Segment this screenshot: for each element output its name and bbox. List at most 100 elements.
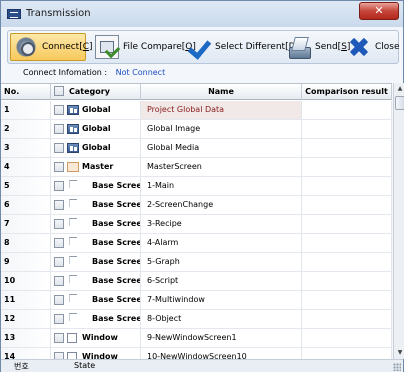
connection-info: Connect Infomation : Not Connect: [23, 68, 165, 77]
table-row[interactable]: 3 Global Global Media: [1, 139, 392, 158]
row-name: 3-Recipe: [141, 215, 302, 233]
row-checkbox[interactable]: [54, 105, 64, 115]
row-comparison-result: [302, 291, 392, 309]
scroll-thumb[interactable]: [395, 96, 404, 110]
table-row[interactable]: 13 Window 9-NewWindowScreen1: [1, 329, 392, 348]
file-compare-label: File Compare: [123, 42, 182, 52]
row-category-label: Global: [82, 143, 111, 152]
row-number: 5: [1, 177, 51, 195]
window-icon: [67, 352, 77, 359]
window-icon: [67, 333, 77, 343]
title-bar[interactable]: Transmission ✕: [1, 1, 403, 27]
row-number: 10: [1, 272, 51, 290]
scroll-down-arrow-icon[interactable]: ▼: [395, 348, 404, 358]
row-checkbox[interactable]: [54, 238, 64, 248]
row-category-label: Master: [82, 162, 114, 171]
table-row[interactable]: 14 Window 10-NewWindowScreen10: [1, 348, 392, 359]
connect-button[interactable]: Connect[C]: [10, 33, 93, 61]
row-checkbox[interactable]: [54, 257, 64, 267]
close-button[interactable]: Close: [344, 33, 400, 61]
row-name: 6-Script: [141, 272, 302, 290]
row-name: Global Image: [141, 120, 302, 138]
base-screen-icon: [69, 313, 77, 321]
row-name: Project Global Data: [141, 101, 302, 119]
table-row[interactable]: 2 Global Global Image: [1, 120, 392, 139]
table-row[interactable]: 8 Base Screen4-Alarm: [1, 234, 392, 253]
window-title: Transmission: [26, 8, 91, 19]
scroll-up-arrow-icon[interactable]: ▲: [395, 84, 404, 94]
row-category: Window: [51, 348, 141, 359]
row-comparison-result: [302, 177, 392, 195]
resize-grip-icon[interactable]: [393, 363, 401, 371]
vertical-scrollbar[interactable]: ▲ ▼: [393, 83, 404, 359]
row-comparison-result: [302, 158, 392, 176]
row-category: Window: [51, 329, 141, 347]
connection-status: Not Connect: [115, 68, 166, 77]
table-row[interactable]: 5 Base Screen1-Main: [1, 177, 392, 196]
base-screen-icon: [69, 180, 77, 188]
table-row[interactable]: 10 Base Screen6-Script: [1, 272, 392, 291]
send-button[interactable]: Send[S]: [284, 33, 350, 61]
row-checkbox[interactable]: [54, 124, 64, 134]
global-icon: [67, 143, 79, 153]
row-checkbox[interactable]: [54, 143, 64, 153]
row-category-label: Global: [82, 124, 111, 133]
table-row[interactable]: 7 Base Screen3-Recipe: [1, 215, 392, 234]
row-comparison-result: [302, 329, 392, 347]
row-category: Base Screen: [51, 196, 141, 214]
window-close-button[interactable]: ✕: [359, 2, 399, 20]
row-name: 7-Multiwindow: [141, 291, 302, 309]
row-comparison-result: [302, 310, 392, 328]
header-category[interactable]: Category: [51, 84, 141, 100]
table-row[interactable]: 6 Base Screen2-ScreenChange: [1, 196, 392, 215]
table-row[interactable]: 12 Base Screen8-Object: [1, 310, 392, 329]
row-category: Base Screen: [51, 177, 141, 195]
transmission-window: Transmission ✕ Connect[C] File Compare[O…: [0, 0, 404, 372]
row-comparison-result: [302, 215, 392, 233]
row-number: 13: [1, 329, 51, 347]
row-comparison-result: [302, 348, 392, 359]
row-checkbox[interactable]: [54, 181, 64, 191]
row-name: 5-Graph: [141, 253, 302, 271]
row-checkbox[interactable]: [54, 162, 64, 172]
row-comparison-result: [302, 196, 392, 214]
global-icon: [67, 124, 79, 134]
row-category-label: Base Screen: [92, 219, 140, 228]
row-number: 11: [1, 291, 51, 309]
row-checkbox[interactable]: [54, 314, 64, 324]
table-row[interactable]: 4 Master MasterScreen: [1, 158, 392, 177]
header-name[interactable]: Name: [141, 84, 302, 100]
select-different-button[interactable]: Select Different[D]: [184, 33, 299, 61]
table-row[interactable]: 11 Base Screen7-Multiwindow: [1, 291, 392, 310]
row-checkbox[interactable]: [54, 200, 64, 210]
row-number: 9: [1, 253, 51, 271]
row-checkbox[interactable]: [54, 219, 64, 229]
row-category-label: Base Screen: [92, 181, 140, 190]
status-bar: 번호 State: [1, 359, 403, 372]
connect-shortcut: C: [82, 42, 90, 52]
row-category-label: Global: [82, 105, 111, 114]
row-comparison-result: [302, 139, 392, 157]
row-comparison-result: [302, 120, 392, 138]
base-screen-icon: [69, 256, 77, 264]
row-checkbox[interactable]: [54, 276, 64, 286]
row-name: 1-Main: [141, 177, 302, 195]
row-checkbox[interactable]: [54, 352, 64, 359]
select-all-checkbox[interactable]: [54, 86, 64, 96]
row-comparison-result: [302, 272, 392, 290]
header-comparison-result[interactable]: Comparison result: [302, 84, 392, 100]
row-checkbox[interactable]: [54, 295, 64, 305]
file-compare-button[interactable]: File Compare[O]: [92, 33, 196, 61]
row-comparison-result: [302, 234, 392, 252]
row-name: 9-NewWindowScreen1: [141, 329, 302, 347]
table-row[interactable]: 9 Base Screen5-Graph: [1, 253, 392, 272]
table-row[interactable]: 1 Global Project Global Data: [1, 101, 392, 120]
row-name: 8-Object: [141, 310, 302, 328]
base-screen-icon: [69, 199, 77, 207]
row-number: 3: [1, 139, 51, 157]
checkmark-icon: [187, 35, 211, 59]
row-checkbox[interactable]: [54, 333, 64, 343]
connect-label: Connect: [42, 42, 80, 52]
header-no[interactable]: No.: [1, 84, 51, 100]
row-category: Base Screen: [51, 272, 141, 290]
